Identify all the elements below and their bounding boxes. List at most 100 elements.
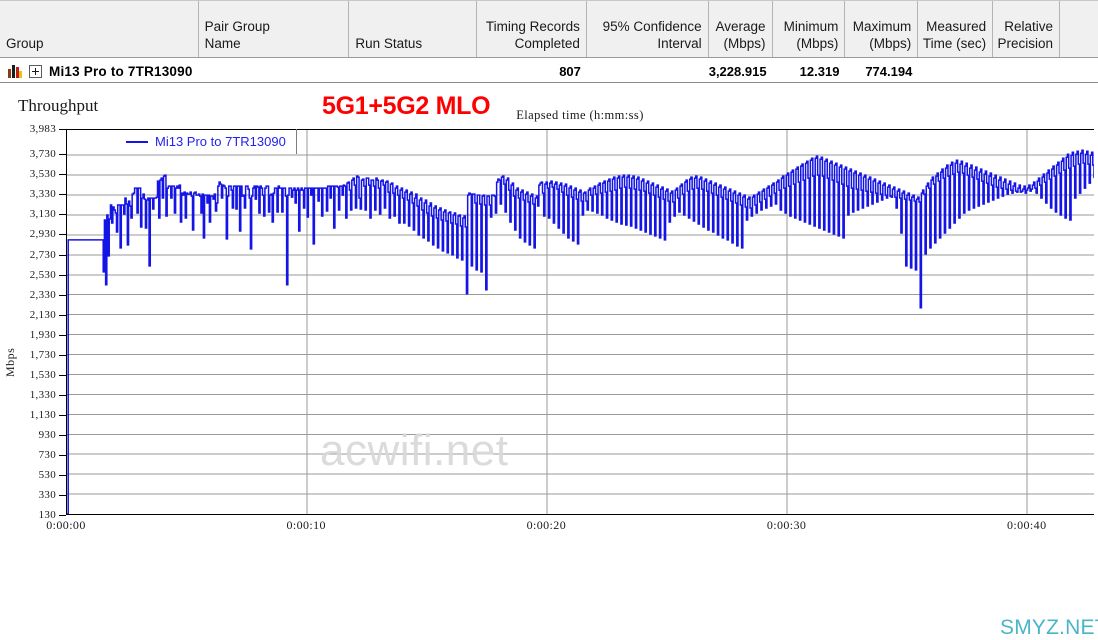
column-header-confidence-interval[interactable]: 95% Confidence Interval (587, 1, 709, 57)
y-axis-title: Mbps (3, 347, 17, 377)
cell-average-mbps: 3,228.915 (708, 63, 767, 79)
y-axis-tick-label: 3,730 (29, 148, 56, 161)
y-axis-tick-label: 3,330 (29, 188, 56, 201)
x-axis-tick-label: 0:00:00 (46, 518, 86, 532)
cell-pair-group-name (199, 58, 350, 82)
col-timing-line2: Completed (514, 36, 580, 51)
expand-plus-icon[interactable] (29, 64, 42, 78)
y-axis-tick-label: 1,530 (29, 368, 56, 381)
y-axis-tick-label: 530 (38, 468, 56, 481)
y-axis-tick-mark (59, 234, 66, 235)
y-axis-tick-mark (59, 194, 66, 195)
group-name-label: Mi13 Pro to 7TR13090 (49, 63, 193, 79)
col-relp-line2: Precision (997, 36, 1054, 51)
y-axis-tick-mark (59, 275, 66, 276)
col-conf-line2: Interval (657, 36, 702, 51)
y-axis-tick-mark (59, 255, 66, 256)
x-axis-tick-label: 0:00:40 (1007, 518, 1047, 532)
column-header-maximum[interactable]: Maximum (Mbps) (845, 1, 919, 57)
col-avg-line1: Average (715, 19, 766, 34)
y-axis-tick-label: 1,330 (29, 388, 56, 401)
y-axis-tick-mark (59, 435, 66, 436)
y-axis: 130 330 530 730 930 1,130 1,330 1,530 1,730 1,930… (0, 85, 66, 558)
results-table: Group Pair Group Name Run Status Timing … (0, 0, 1098, 87)
y-axis-tick-label: 1,730 (29, 348, 56, 361)
col-min-line1: Minimum (783, 19, 839, 34)
x-axis-title: Elapsed time (h:mm:ss) (516, 108, 644, 122)
cell-timing-records-completed: 807 (559, 63, 581, 79)
col-group-line2: Group (6, 36, 44, 51)
chart-legend[interactable]: Mi13 Pro to 7TR13090 (118, 129, 297, 154)
y-axis-tick-label: 1,130 (29, 408, 56, 421)
cell-measured-time-sec (918, 58, 993, 82)
y-axis-tick-mark (59, 174, 66, 175)
col-min-line2: (Mbps) (796, 36, 839, 51)
chart-title: 5G1+5G2 MLO (322, 92, 491, 120)
cell-relative-precision (993, 58, 1060, 82)
y-axis-tick-label: 1,930 (29, 328, 56, 341)
y-axis-tick-label: 930 (38, 428, 56, 441)
y-axis-tick-label: 3,530 (29, 168, 56, 181)
y-axis-tick-mark (59, 495, 66, 496)
y-axis-tick-mark (59, 295, 66, 296)
throughput-chart-panel: Throughput 5G1+5G2 MLO 130 330 530 730 930 1,… (0, 85, 1098, 639)
col-meas-line2: Time (sec) (922, 36, 987, 51)
y-axis-tick-mark (59, 375, 66, 376)
y-axis-tick-mark (59, 154, 66, 155)
col-meas-line1: Measured (926, 19, 987, 34)
column-header-measured-time[interactable]: Measured Time (sec) (918, 1, 994, 57)
y-axis-tick-mark (59, 214, 66, 215)
col-pair-line1: Pair Group (204, 19, 270, 34)
y-axis-tick-label: 3,983 (29, 123, 56, 135)
column-header-timing-records-completed[interactable]: Timing Records Completed (477, 1, 587, 57)
cell-confidence-interval (587, 58, 709, 82)
legend-color-swatch (126, 140, 148, 143)
y-axis-tick-label: 2,930 (29, 228, 56, 241)
column-header-group[interactable]: Group (0, 1, 199, 57)
y-axis-tick-mark (59, 335, 66, 336)
col-max-line1: Maximum (852, 19, 912, 34)
column-header-average[interactable]: Average (Mbps) (709, 1, 773, 57)
cell-group[interactable]: Mi13 Pro to 7TR13090 (0, 58, 199, 82)
y-axis-tick-mark (59, 355, 66, 356)
col-relp-line1: Relative (1004, 19, 1054, 34)
col-pair-line2: Name (204, 36, 241, 51)
x-axis-tick-label: 0:00:30 (766, 518, 807, 532)
x-axis-tick-label: 0:00:10 (286, 518, 326, 532)
y-axis-tick-label: 730 (38, 448, 56, 461)
y-axis-tick-mark (59, 315, 66, 316)
col-conf-line1: 95% Confidence (602, 19, 702, 34)
col-run-line2: Run Status (355, 36, 423, 51)
y-axis-tick-mark (59, 475, 66, 476)
throughput-series-line (67, 149, 1094, 514)
column-header-spare[interactable] (1060, 1, 1098, 57)
y-axis-tick-mark (59, 395, 66, 396)
y-axis-tick-mark (59, 415, 66, 416)
cell-maximum-mbps: 774.194 (865, 63, 913, 79)
table-header-row: Group Pair Group Name Run Status Timing … (0, 0, 1098, 58)
column-header-pair-group-name[interactable]: Pair Group Name (199, 1, 350, 57)
y-axis-tick-mark (59, 455, 66, 456)
watermark-acwifi: acwifi.net (320, 426, 509, 475)
cell-spare (1060, 58, 1098, 82)
column-header-run-status[interactable]: Run Status (349, 1, 478, 57)
column-header-relative-precision[interactable]: Relative Precision (993, 1, 1061, 57)
y-axis-tick-label: 2,530 (29, 268, 56, 281)
y-axis-tick-label: 3,130 (29, 208, 56, 221)
y-axis-tick-label: 330 (38, 488, 56, 501)
cell-run-status (349, 58, 477, 82)
col-timing-line1: Timing Records (485, 19, 580, 34)
cell-minimum-mbps: 12.319 (799, 63, 840, 79)
table-row[interactable]: Mi13 Pro to 7TR13090 807 3,228.915 12.31… (0, 58, 1098, 82)
x-axis-tick-label: 0:00:20 (526, 518, 567, 532)
legend-label: Mi13 Pro to 7TR13090 (155, 134, 286, 149)
y-axis-tick-mark (59, 129, 66, 130)
col-max-line2: (Mbps) (869, 36, 912, 51)
column-header-minimum[interactable]: Minimum (Mbps) (773, 1, 846, 57)
watermark-smyz: SMYZ.NET (1000, 616, 1098, 639)
bar-chart-icon (8, 64, 22, 78)
y-axis-tick-label: 2,130 (29, 308, 56, 321)
x-axis: 0:00:00 0:00:10 0:00:20 0:00:30 0:00:40 (0, 515, 1098, 558)
plot-area (66, 129, 1094, 515)
y-axis-tick-label: 2,730 (29, 248, 56, 261)
